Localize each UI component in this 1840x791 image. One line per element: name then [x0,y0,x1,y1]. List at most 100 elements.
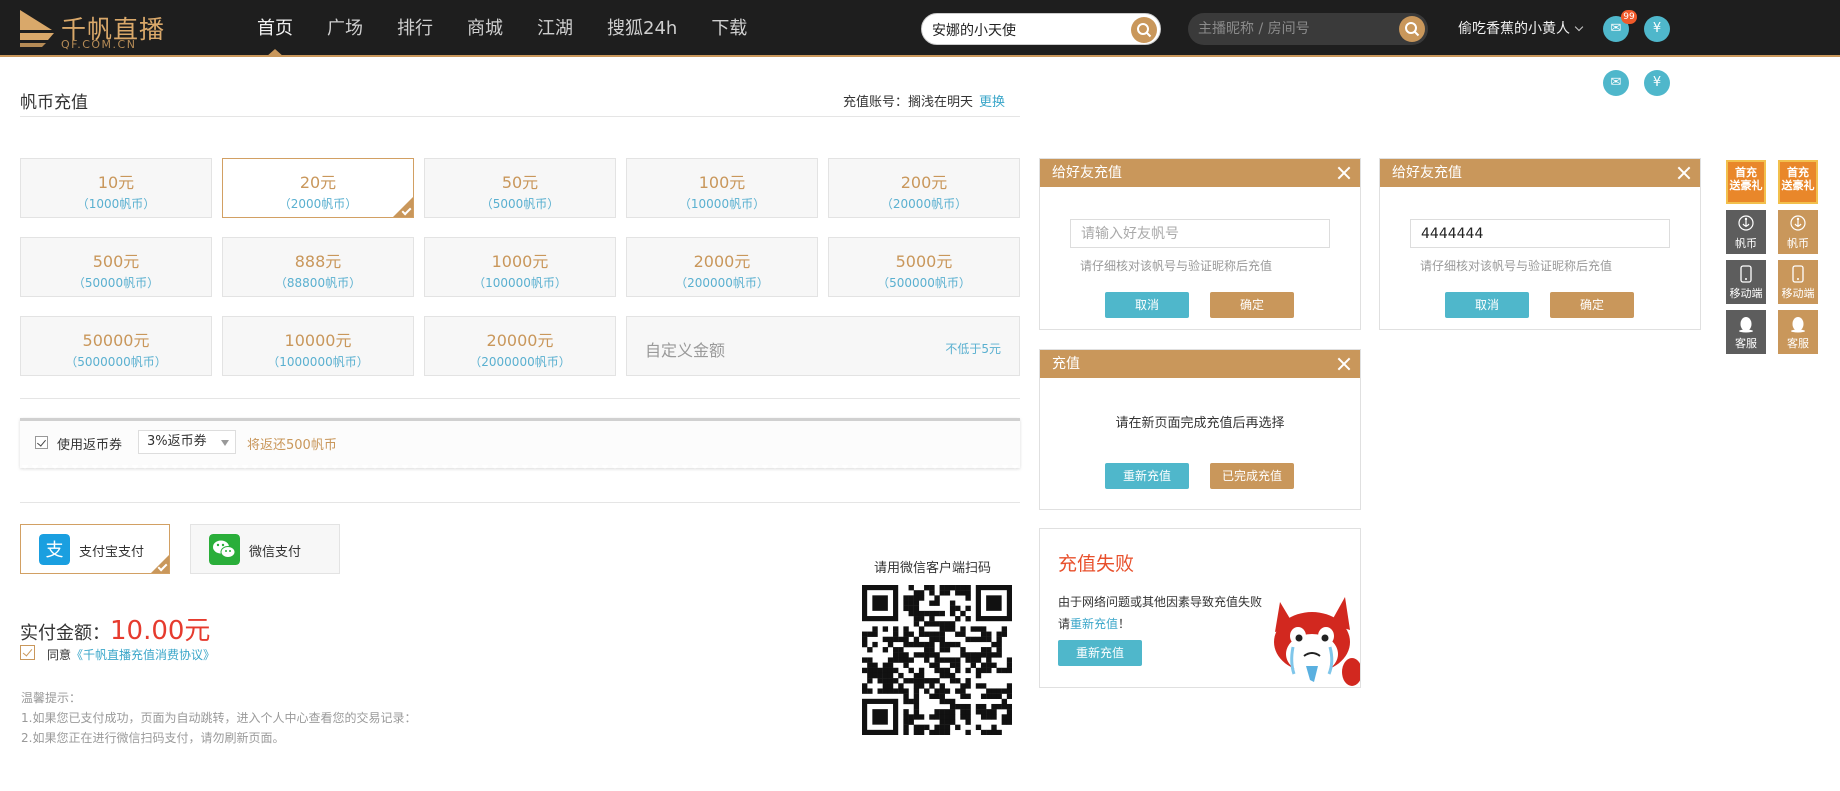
amount-coin: （2000000帆币） [469,355,571,369]
search-icon [1405,22,1420,37]
amount-coin: （500000帆币） [877,276,971,290]
sidebar-coin-button[interactable]: 帆币 [1726,210,1766,254]
sidebar-mobile-button[interactable]: 移动端 [1778,260,1818,304]
amount-yuan: 5000元 [895,252,953,271]
sidebar-mobile-button[interactable]: 移动端 [1726,260,1766,304]
floating-sidebar-dark: 首充 送豪礼 帆币 移动端 客服 [1726,160,1766,360]
amount-option[interactable]: 50元 （5000帆币） [424,158,616,218]
confirm-button[interactable]: 确定 [1210,292,1294,318]
amount-yuan: 20元 [299,173,337,192]
amount-option[interactable]: 10元 （1000帆币） [20,158,212,218]
chevron-down-icon [1574,22,1584,32]
amount-option-selected[interactable]: 20元 （2000帆币） [222,158,414,218]
amount-option[interactable]: 10000元 （1000000帆币） [222,316,414,376]
alipay-icon: 支 [39,534,70,565]
retry-link[interactable]: 重新充值 [1070,617,1118,631]
user-menu[interactable]: 偷吃香蕉的小黄人 [1458,18,1584,38]
amount-option[interactable]: 50000元 （5000000帆币） [20,316,212,376]
sidebar-service-button[interactable]: 客服 [1726,310,1766,354]
sidebar-service-label: 客服 [1735,337,1757,350]
search-input-anchor[interactable] [1198,18,1388,40]
sidebar-coin-label: 帆币 [1735,237,1757,250]
agreement-link[interactable]: 《千帆直播充值消费协议》 [71,648,215,662]
actual-amount-label: 实付金额： [20,623,110,644]
pay-wechat-option[interactable]: 微信支付 [190,524,340,574]
nav-sohu24h[interactable]: 搜狐24h [590,0,694,57]
nav-mall[interactable]: 商城 [450,0,520,57]
custom-amount-label: 自定义金额 [645,341,726,360]
first-recharge-gift-button[interactable]: 首充 送豪礼 [1778,160,1818,204]
sidebar-service-label: 客服 [1787,337,1809,350]
custom-amount-input[interactable]: 自定义金额 不低于5元 [626,316,1020,376]
caret-down-icon [221,440,229,446]
friend-id-hint: 请仔细核对该帆号与验证昵称后充值 [1420,259,1613,273]
recharge-failed-card: 充值失败 由于网络问题或其他因素导致充值失败 请重新充值！ 重新充值 [1039,528,1361,688]
coupon-checkbox[interactable] [35,436,48,449]
close-icon[interactable] [1336,356,1352,372]
amount-option[interactable]: 200元 （20000帆币） [828,158,1020,218]
mail-button-secondary[interactable]: ✉ [1603,70,1629,96]
account-name: 搁浅在明天 [908,95,974,110]
amount-option[interactable]: 100元 （10000帆币） [626,158,818,218]
amount-coin: （2000帆币） [278,197,358,211]
amount-option[interactable]: 20000元 （2000000帆币） [424,316,616,376]
friend-id-input[interactable] [1410,219,1670,248]
amount-option[interactable]: 500元 （50000帆币） [20,237,212,297]
friend-id-input[interactable] [1070,219,1330,248]
amount-coin: （88800帆币） [274,276,362,290]
amount-option[interactable]: 2000元 （200000帆币） [626,237,818,297]
wallet-button[interactable]: ¥ [1644,16,1670,42]
switch-account-link[interactable]: 更换 [979,95,1005,110]
amount-yuan: 20000元 [486,331,554,350]
amount-coin: （1000帆币） [76,197,156,211]
close-icon[interactable] [1676,165,1692,181]
anchor-icon [1738,215,1754,231]
nav-home[interactable]: 首页 [240,0,310,57]
confirm-button[interactable]: 确定 [1550,292,1634,318]
amount-coin: （1000000帆币） [267,355,369,369]
crying-fox-mascot [1274,597,1360,686]
fail-line-2-suffix: ！ [1118,617,1131,631]
svg-text:支: 支 [46,540,64,561]
amount-yuan: 1000元 [491,252,549,271]
close-icon[interactable] [1336,165,1352,181]
amount-option[interactable]: 888元 （88800帆币） [222,237,414,297]
coupon-select[interactable]: 3%返币券 [138,430,236,454]
nav-ranking[interactable]: 排行 [380,0,450,57]
nav-square[interactable]: 广场 [310,0,380,57]
recharge-done-button[interactable]: 已完成充值 [1210,463,1294,489]
amount-option[interactable]: 1000元 （100000帆币） [424,237,616,297]
search-icon [1137,23,1152,38]
floating-sidebar-gold: 首充 送豪礼 帆币 移动端 客服 [1778,160,1818,360]
search-button-primary[interactable] [1131,17,1157,43]
search-input-primary[interactable] [932,19,1122,41]
agreement-prefix: 同意 [47,648,72,662]
penguin-icon [1791,317,1805,333]
pay-alipay-option[interactable]: 支 支付宝支付 [20,524,170,574]
first-recharge-gift-button[interactable]: 首充 送豪礼 [1726,160,1766,204]
retry-recharge-button[interactable]: 重新充值 [1058,640,1142,666]
sidebar-service-button[interactable]: 客服 [1778,310,1818,354]
custom-amount-min: 不低于5元 [945,342,1001,356]
search-box-primary [921,13,1161,45]
mail-icon: ✉ [1610,75,1622,90]
amount-yuan: 50元 [501,173,539,192]
amount-yuan: 50000元 [82,331,150,350]
sidebar-mobile-label: 移动端 [1729,287,1763,300]
actual-amount: 实付金额：10.00元 [20,610,210,647]
cancel-button[interactable]: 取消 [1445,292,1529,318]
nav-jianghu[interactable]: 江湖 [520,0,590,57]
mail-button[interactable]: ✉ 99 [1603,10,1637,42]
actual-amount-value: 10.00元 [110,616,211,646]
sidebar-mobile-label: 移动端 [1781,287,1815,300]
search-button-anchor[interactable] [1399,16,1425,42]
amount-option[interactable]: 5000元 （500000帆币） [828,237,1020,297]
nav-download[interactable]: 下载 [694,0,764,57]
friend-id-hint: 请仔细核对该帆号与验证昵称后充值 [1080,259,1273,273]
wallet-button-secondary[interactable]: ¥ [1644,70,1670,96]
cancel-button[interactable]: 取消 [1105,292,1189,318]
logo[interactable]: 千帆直播 QF.COM.CN [18,6,168,51]
agreement-checkbox[interactable] [20,645,35,660]
sidebar-coin-button[interactable]: 帆币 [1778,210,1818,254]
retry-recharge-button[interactable]: 重新充值 [1105,463,1189,489]
